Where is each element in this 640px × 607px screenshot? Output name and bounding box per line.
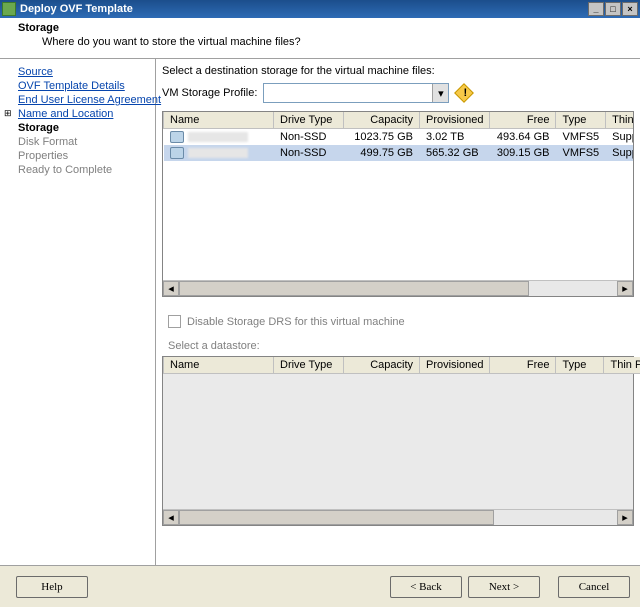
step-ready: Ready to Complete — [4, 163, 151, 177]
col-free: Free — [490, 357, 556, 374]
maximize-button[interactable]: □ — [605, 2, 621, 16]
col-type: Type — [556, 357, 604, 374]
window-title: Deploy OVF Template — [20, 3, 587, 15]
chevron-down-icon[interactable]: ▾ — [432, 84, 448, 102]
wizard-footer: Help < Back Next > Cancel — [0, 565, 640, 607]
step-eula[interactable]: End User License Agreement — [4, 93, 151, 107]
minimize-button[interactable]: _ — [588, 2, 604, 16]
back-button[interactable]: < Back — [390, 576, 462, 598]
scroll-right-icon[interactable]: ▸ — [617, 281, 633, 296]
warning-icon — [454, 83, 474, 103]
datastore-icon — [170, 131, 184, 143]
col-type[interactable]: Type — [556, 112, 606, 129]
step-name-location[interactable]: Name and Location — [4, 107, 151, 121]
step-source[interactable]: Source — [4, 65, 151, 79]
app-icon — [2, 2, 16, 16]
horizontal-scrollbar[interactable]: ◂ ▸ — [163, 509, 633, 525]
window-titlebar: Deploy OVF Template _ □ × — [0, 0, 640, 18]
col-capacity[interactable]: Capacity — [344, 112, 420, 129]
col-free[interactable]: Free — [490, 112, 556, 129]
vm-storage-profile-select[interactable]: ▾ — [263, 83, 449, 103]
col-drive-type: Drive Type — [274, 357, 344, 374]
step-ovf-details[interactable]: OVF Template Details — [4, 79, 151, 93]
horizontal-scrollbar[interactable]: ◂ ▸ — [163, 280, 633, 296]
col-thin: Thin Provis — [604, 357, 640, 374]
next-button[interactable]: Next > — [468, 576, 540, 598]
step-properties: Properties — [4, 149, 151, 163]
scroll-left-icon[interactable]: ◂ — [163, 281, 179, 296]
disable-storage-drs-checkbox[interactable] — [168, 315, 181, 328]
col-provisioned: Provisioned — [420, 357, 490, 374]
grid-header-row: Name Drive Type Capacity Provisioned Fre… — [164, 357, 640, 374]
wizard-steps-sidebar: Source OVF Template Details End User Lic… — [0, 59, 156, 565]
storage-row[interactable]: Non-SSD 499.75 GB 565.32 GB 309.15 GB VM… — [164, 145, 634, 161]
select-datastore-label: Select a datastore: — [158, 338, 638, 356]
col-name[interactable]: Name — [164, 112, 274, 129]
cancel-button[interactable]: Cancel — [558, 576, 630, 598]
wizard-header: Storage Where do you want to store the v… — [0, 18, 640, 58]
help-button[interactable]: Help — [16, 576, 88, 598]
vm-storage-profile-label: VM Storage Profile: — [162, 87, 257, 99]
col-thin[interactable]: Thin Prov — [606, 112, 633, 129]
col-name: Name — [164, 357, 274, 374]
main-panel: Select a destination storage for the vir… — [156, 59, 640, 565]
storage-grid: Name Drive Type Capacity Provisioned Fre… — [162, 111, 634, 297]
page-title: Storage — [0, 20, 640, 34]
datastore-icon — [170, 147, 184, 159]
close-button[interactable]: × — [622, 2, 638, 16]
step-disk-format: Disk Format — [4, 135, 151, 149]
datastore-name-redacted — [188, 132, 248, 142]
disable-storage-drs-label: Disable Storage DRS for this virtual mac… — [187, 316, 405, 328]
col-provisioned[interactable]: Provisioned — [420, 112, 490, 129]
scroll-right-icon[interactable]: ▸ — [617, 510, 633, 525]
page-subtitle: Where do you want to store the virtual m… — [0, 34, 640, 48]
col-capacity: Capacity — [344, 357, 420, 374]
storage-row[interactable]: Non-SSD 1023.75 GB 3.02 TB 493.64 GB VMF… — [164, 129, 634, 146]
datastore-name-redacted — [188, 148, 248, 158]
scroll-left-icon[interactable]: ◂ — [163, 510, 179, 525]
grid-header-row: Name Drive Type Capacity Provisioned Fre… — [164, 112, 634, 129]
datastore-grid: Name Drive Type Capacity Provisioned Fre… — [162, 356, 634, 526]
destination-label: Select a destination storage for the vir… — [158, 63, 638, 83]
step-storage: Storage — [4, 121, 151, 135]
col-drive-type[interactable]: Drive Type — [274, 112, 344, 129]
